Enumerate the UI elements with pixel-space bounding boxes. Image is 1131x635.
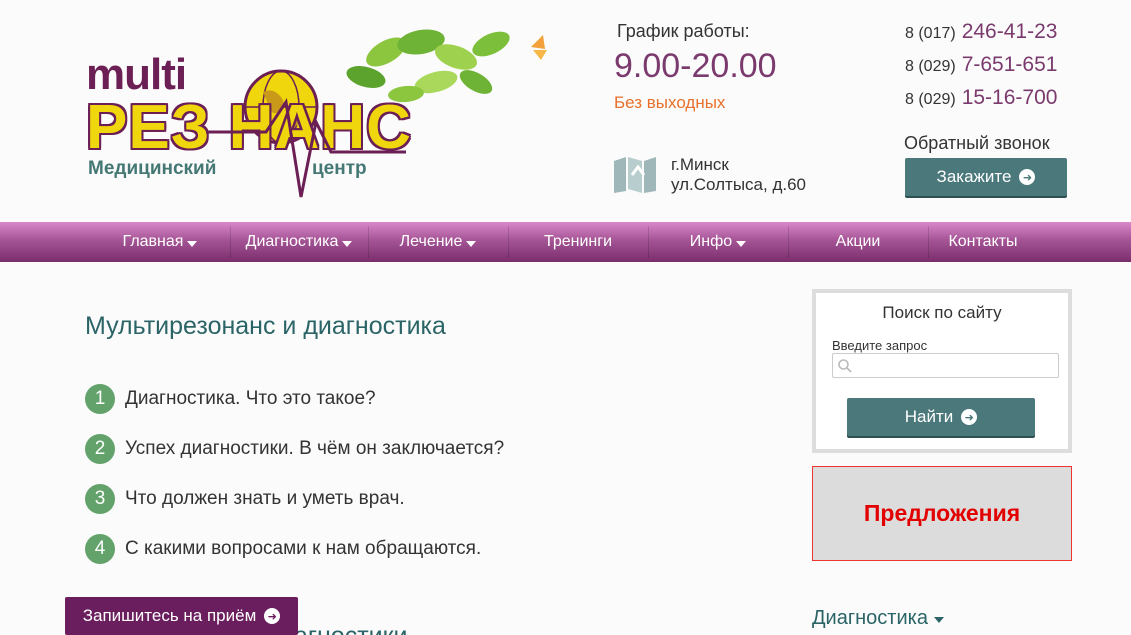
list-item[interactable]: 1 Диагностика. Что это такое?: [85, 384, 376, 414]
appointment-button[interactable]: Запишитесь на приём ➜: [65, 597, 298, 635]
search-label: Введите запрос: [832, 338, 928, 353]
nav-item-label: Акции: [835, 233, 881, 250]
schedule-title: График работы:: [617, 21, 750, 41]
caret-down-icon: [736, 240, 747, 247]
search-field[interactable]: [832, 353, 1059, 378]
nav-item-info[interactable]: Инфо: [648, 222, 788, 262]
list-item[interactable]: 4 С какими вопросами к нам обращаются.: [85, 534, 481, 564]
search-button[interactable]: Найти ➜: [847, 398, 1035, 436]
phone-number: 7-651-651: [961, 53, 1058, 76]
nav-item-home[interactable]: Главная: [90, 222, 230, 262]
nav-item-label: Инфо: [689, 233, 733, 250]
caret-down-icon: [466, 240, 477, 247]
callback-button-label: Закажите: [936, 167, 1012, 186]
search-button-label: Найти: [904, 407, 954, 426]
arrow-right-icon: ➜: [264, 608, 281, 624]
phone-1[interactable]: 8 (017) 246-41-23: [905, 20, 1057, 44]
number-badge: 1: [85, 384, 115, 414]
header: multi РЕЗ НАНС Медицинский центр График …: [0, 0, 1131, 222]
nav-item-label: Контакты: [948, 233, 1018, 250]
caret-down-icon: [342, 240, 353, 247]
page-title: Мультирезонанс и диагностика: [85, 312, 446, 340]
section-heading: иагностики: [280, 622, 408, 635]
schedule-hours: 9.00-20.00: [614, 47, 777, 85]
number-badge: 3: [85, 484, 115, 514]
caret-down-icon: [933, 617, 944, 623]
search-panel: Поиск по сайту Введите запрос Найти ➜: [812, 289, 1072, 453]
callback-button[interactable]: Закажите ➜: [905, 158, 1067, 196]
search-input[interactable]: [855, 356, 1055, 376]
list-item-text: Успех диагностики. В чём он заключается?: [125, 438, 505, 459]
phone-number: 15-16-700: [961, 86, 1058, 109]
nav-item-treatment[interactable]: Лечение: [368, 222, 508, 262]
phone-code: 8 (017): [905, 25, 956, 42]
logo-subtitle-left: Медицинский: [88, 158, 217, 179]
list-item-text: Диагностика. Что это такое?: [125, 388, 376, 409]
schedule-note: Без выходных: [614, 93, 726, 112]
wave-icon: [206, 97, 406, 198]
site-logo[interactable]: multi РЕЗ НАНС Медицинский центр: [86, 22, 566, 202]
page: multi РЕЗ НАНС Медицинский центр График …: [0, 0, 1131, 635]
callback-label: Обратный звонок: [904, 133, 1050, 153]
search-title: Поиск по сайту: [882, 303, 1002, 322]
list-item-text: Что должен знать и уметь врач.: [125, 488, 405, 509]
nav-item-label: Главная: [122, 233, 184, 250]
address-street: ул.Солтыса, д.60: [671, 175, 807, 194]
nav-item-label: Диагностика: [245, 233, 339, 250]
list-item-text: С какими вопросами к нам обращаются.: [125, 538, 482, 559]
list-item[interactable]: 2 Успех диагностики. В чём он заключаетс…: [85, 434, 504, 464]
map-icon: [614, 157, 656, 193]
nav-item-contacts[interactable]: Контакты: [928, 222, 1038, 262]
search-icon: [838, 359, 852, 373]
list-item[interactable]: 3 Что должен знать и уметь врач.: [85, 484, 405, 514]
nav-item-diagnostics[interactable]: Диагностика: [230, 222, 368, 262]
number-badge: 2: [85, 434, 115, 464]
offers-banner[interactable]: Предложения: [812, 466, 1072, 561]
phone-3[interactable]: 8 (029) 15-16-700: [905, 86, 1057, 110]
nav-item-trainings[interactable]: Тренинги: [508, 222, 648, 262]
arrow-right-icon: ➜: [961, 409, 978, 425]
sidebar-item-diagnostics[interactable]: Диагностика: [812, 607, 944, 630]
phone-code: 8 (029): [905, 91, 956, 108]
logo-subtitle-right: центр: [312, 158, 367, 179]
arrow-right-icon: ➜: [1019, 169, 1036, 185]
phone-number: 246-41-23: [961, 20, 1058, 43]
appointment-button-label: Запишитесь на приём: [82, 606, 257, 625]
address-city: г.Минск: [671, 155, 729, 174]
main-nav: Главная Диагностика Лечение Тренинги Инф…: [0, 222, 1131, 262]
offers-label: Предложения: [863, 500, 1021, 526]
nav-item-label: Лечение: [399, 233, 463, 250]
caret-down-icon: [187, 240, 198, 247]
phone-code: 8 (029): [905, 58, 956, 75]
nav-item-promotions[interactable]: Акции: [788, 222, 928, 262]
phone-2[interactable]: 8 (029) 7-651-651: [905, 53, 1057, 77]
number-badge: 4: [85, 534, 115, 564]
nav-item-label: Тренинги: [543, 233, 613, 250]
sidebar-item-label: Диагностика: [812, 607, 928, 629]
